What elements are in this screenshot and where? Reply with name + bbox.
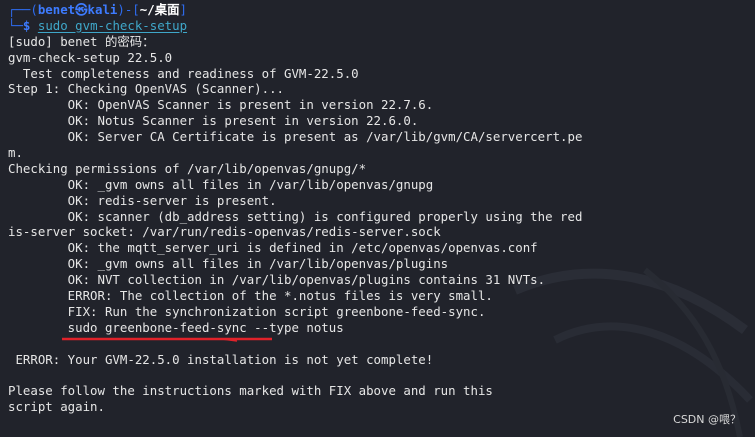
error-line: ERROR: The collection of the *.notus fil… bbox=[8, 288, 493, 304]
fix-line: FIX: Run the synchronization script gree… bbox=[8, 303, 486, 319]
output-line: OK: scanner (db_address setting) is conf… bbox=[8, 208, 583, 224]
summary-error-line: ERROR: Your GVM-22.5.0 installation is n… bbox=[8, 351, 434, 367]
output-line: OK: _gvm owns all files in /var/lib/open… bbox=[8, 176, 434, 192]
fix-command-line: sudo greenbone-feed-sync --type notus bbox=[8, 319, 344, 335]
output-line: OK: NVT collection in /var/lib/openvas/p… bbox=[8, 272, 546, 288]
prompt-path: ~/桌面 bbox=[139, 2, 180, 17]
terminal-output: ┌──(benet㉿kali)-[~/桌面] └─$ sudo gvm-chec… bbox=[8, 2, 755, 415]
output-line: script again. bbox=[8, 399, 105, 415]
output-line: Step 1: Checking OpenVAS (Scanner)... bbox=[8, 81, 285, 97]
output-line: Test completeness and readiness of GVM-2… bbox=[8, 65, 359, 81]
entered-command: sudo gvm-check-setup bbox=[37, 17, 188, 33]
prompt-host: kali bbox=[87, 2, 118, 17]
output-line: OK: the mqtt_server_uri is defined in /e… bbox=[8, 240, 538, 256]
output-line: gvm-check-setup 22.5.0 bbox=[8, 49, 173, 65]
output-line: m. bbox=[8, 145, 23, 161]
output-line: [sudo] benet 的密码： bbox=[8, 33, 155, 49]
output-line: Please follow the instructions marked wi… bbox=[8, 383, 493, 399]
output-line: OK: redis-server is present. bbox=[8, 192, 277, 208]
output-line: is-server socket: /var/run/redis-openvas… bbox=[8, 224, 441, 240]
output-line: OK: Notus Scanner is present in version … bbox=[8, 113, 419, 129]
output-line: OK: Server CA Certificate is present as … bbox=[8, 129, 583, 145]
output-line: Checking permissions of /var/lib/openvas… bbox=[8, 160, 367, 176]
prompt-line: ┌──(benet㉿kali)-[~/桌面] bbox=[8, 2, 187, 17]
output-line: OK: _gvm owns all files in /var/lib/open… bbox=[8, 256, 449, 272]
prompt-user: benet bbox=[37, 2, 76, 17]
kali-skull-icon: ㉿ bbox=[75, 2, 88, 17]
csdn-watermark: CSDN @喂？ bbox=[673, 413, 741, 426]
output-line: OK: OpenVAS Scanner is present in versio… bbox=[8, 97, 434, 113]
red-annotation-underline bbox=[62, 337, 272, 342]
command-line[interactable]: └─$ sudo gvm-check-setup bbox=[8, 18, 755, 34]
